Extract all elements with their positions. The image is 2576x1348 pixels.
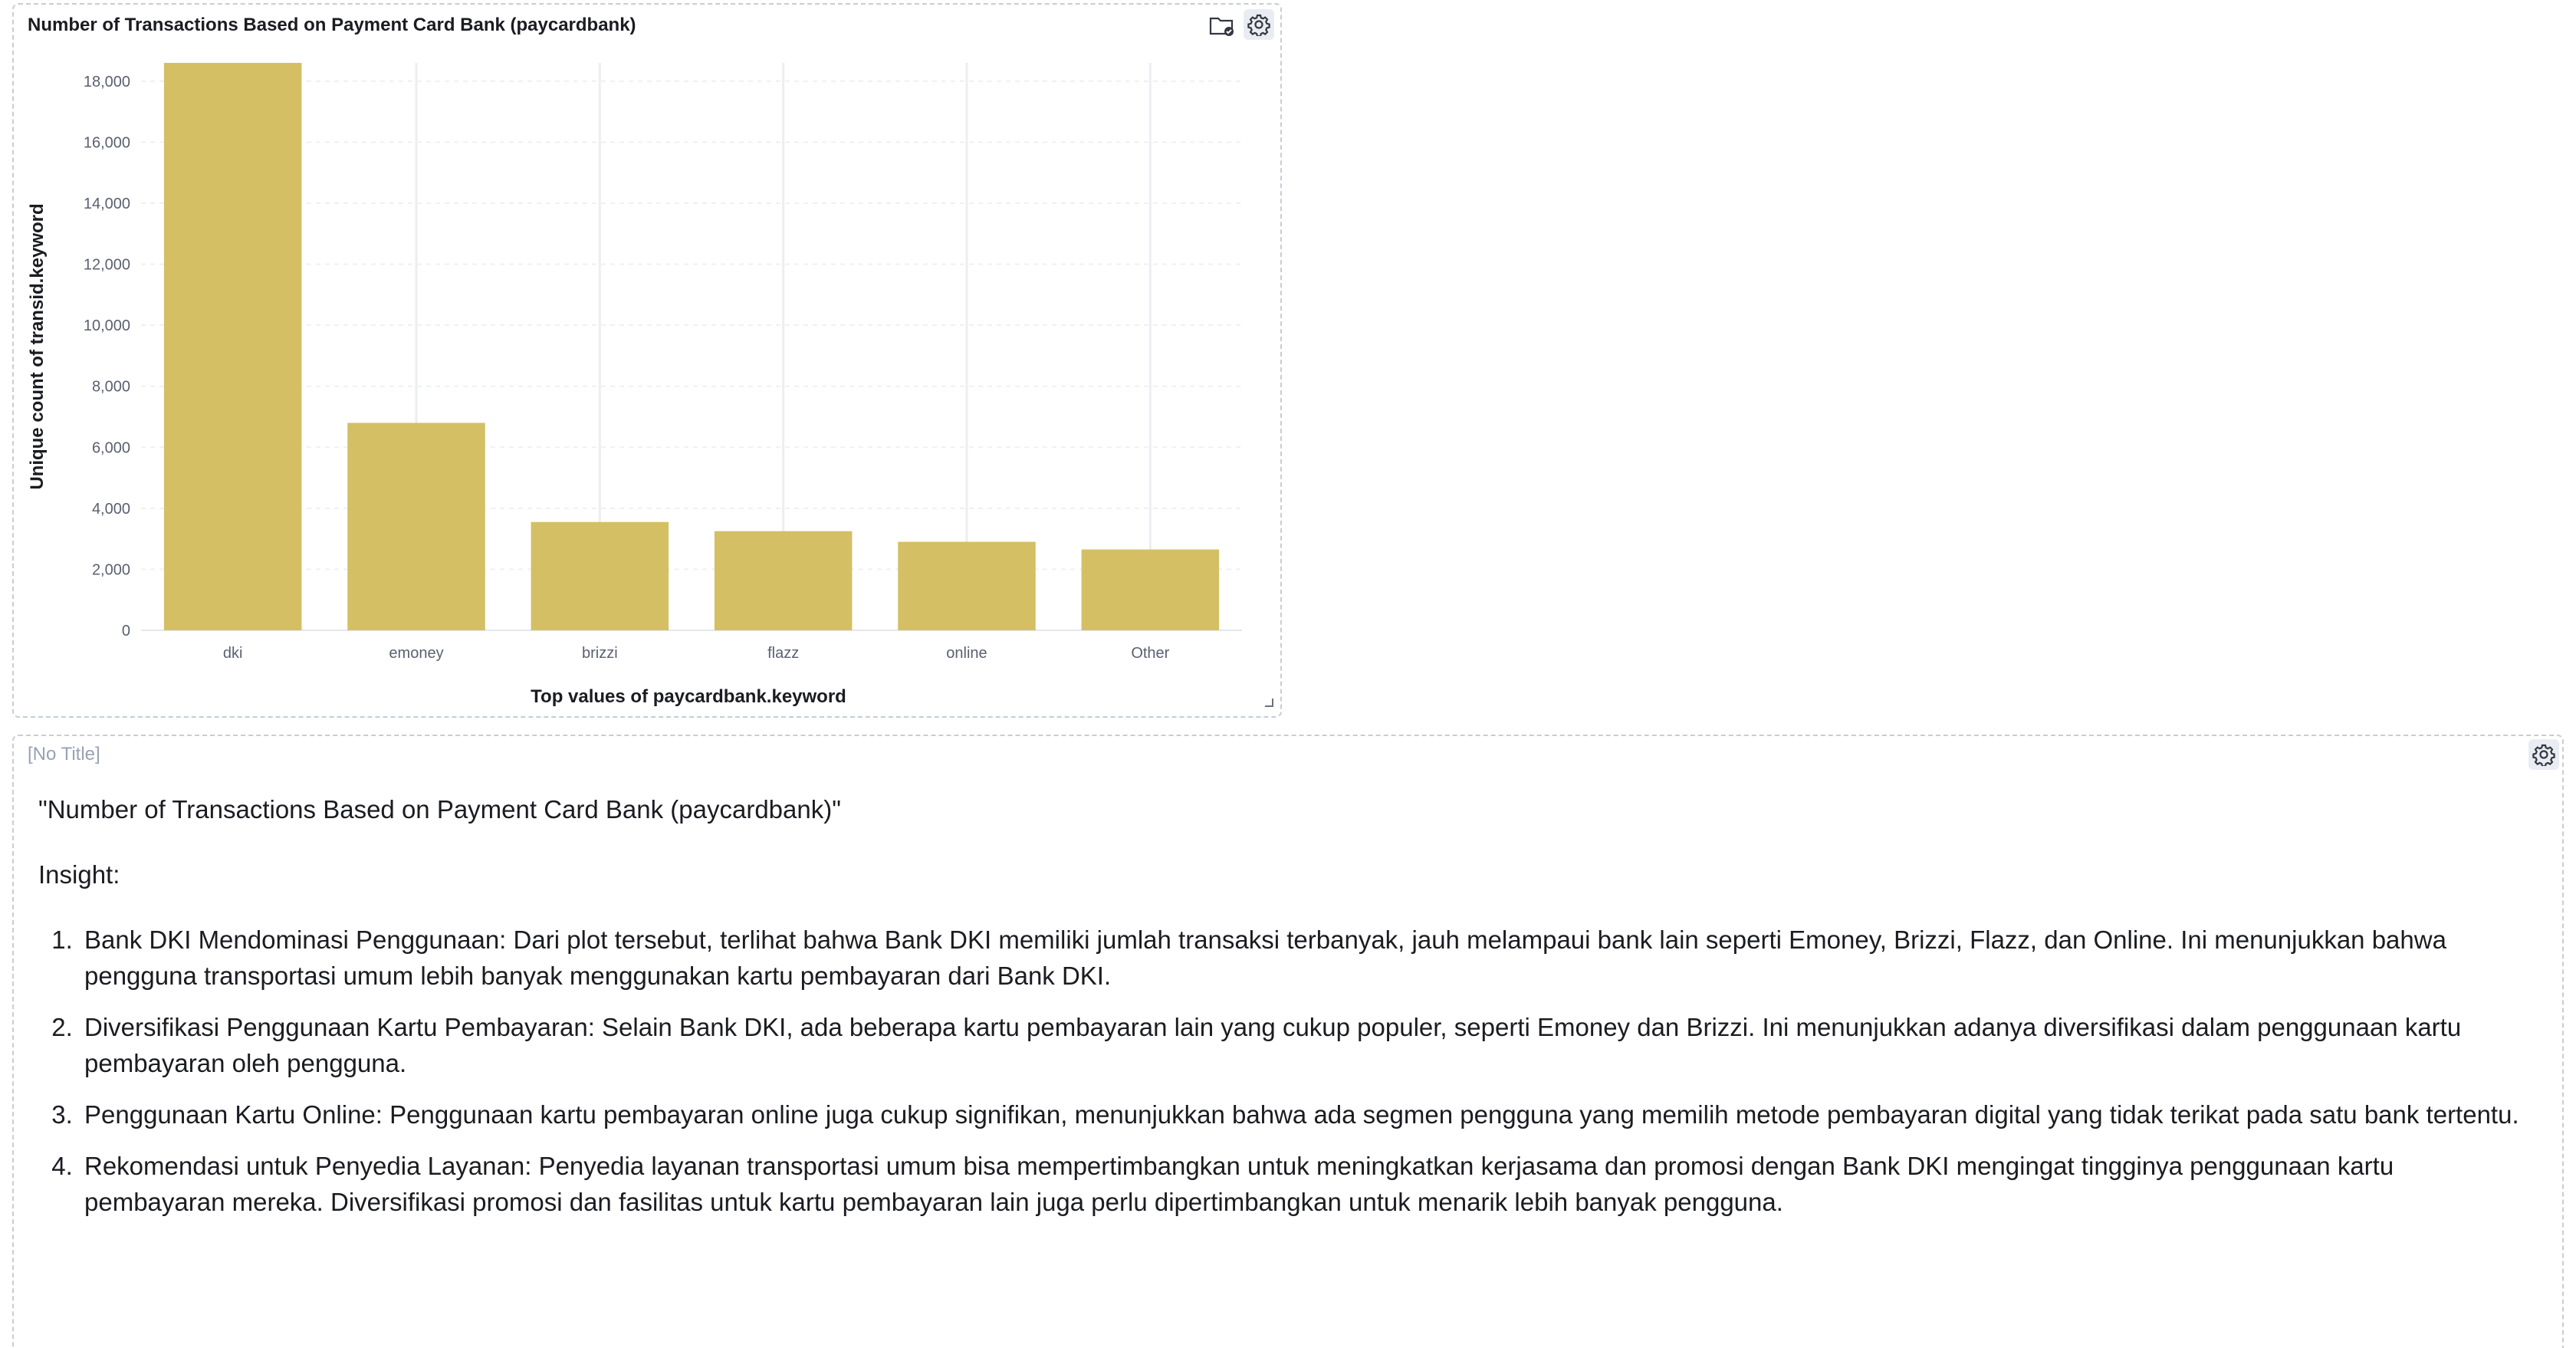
markdown-heading: "Number of Transactions Based on Payment…	[38, 795, 841, 824]
markdown-content: "Number of Transactions Based on Payment…	[38, 791, 2522, 1235]
chart-gridlines	[141, 63, 1242, 631]
y-tick-label: 4,000	[92, 501, 130, 518]
bar-flazz[interactable]	[714, 531, 853, 630]
chart-bars	[163, 63, 1220, 630]
bar-dki[interactable]	[163, 63, 302, 630]
bar-brizzi[interactable]	[531, 521, 669, 630]
y-tick-label: 0	[122, 623, 130, 639]
insight-item: Diversifikasi Penggunaan Kartu Pembayara…	[80, 1009, 2522, 1081]
x-tick-label: brizzi	[582, 645, 618, 662]
insight-item: Rekomendasi untuk Penyedia Layanan: Peny…	[80, 1148, 2522, 1220]
bar-emoney[interactable]	[347, 422, 485, 630]
insight-item: Bank DKI Mendominasi Penggunaan: Dari pl…	[80, 922, 2522, 994]
y-tick-label: 16,000	[84, 134, 130, 151]
y-tick-label: 18,000	[84, 74, 130, 90]
y-axis-ticks: 0 2,000 4,000 6,000 8,000 10,000 12,000 14,000 1…	[84, 74, 130, 639]
x-tick-label: flazz	[767, 645, 799, 662]
insight-label: Insight:	[38, 860, 120, 889]
markdown-panel-title: [No Title]	[28, 744, 100, 764]
bar-other[interactable]	[1081, 549, 1220, 630]
x-tick-label: dki	[223, 645, 243, 662]
markdown-panel: [No Title] "Number of Transactions Based…	[12, 735, 2564, 1348]
y-tick-label: 2,000	[92, 561, 130, 578]
insight-list: Bank DKI Mendominasi Penggunaan: Dari pl…	[38, 922, 2522, 1220]
x-tick-label: emoney	[389, 645, 443, 662]
bar-online[interactable]	[898, 541, 1036, 630]
gear-icon[interactable]	[2528, 739, 2559, 770]
insight-item: Penggunaan Kartu Online: Penggunaan kart…	[80, 1096, 2522, 1133]
y-tick-label: 8,000	[92, 379, 130, 396]
y-tick-label: 10,000	[84, 317, 130, 334]
y-tick-label: 6,000	[92, 439, 130, 456]
y-tick-label: 12,000	[84, 257, 130, 274]
resize-handle-icon[interactable]	[1263, 697, 1274, 712]
x-axis-title: Top values of paycardbank.keyword	[531, 686, 846, 707]
x-tick-label: online	[946, 645, 987, 662]
x-tick-label: Other	[1131, 645, 1169, 662]
chart-panel: Number of Transactions Based on Payment …	[12, 3, 1282, 718]
bar-chart: 0 2,000 4,000 6,000 8,000 10,000 12,000 14,000 1…	[27, 63, 1242, 707]
x-axis-ticks: dki emoney brizzi flazz online Other	[223, 645, 1170, 662]
y-tick-label: 14,000	[84, 196, 130, 212]
y-axis-title: Unique count of transid.keyword	[27, 203, 48, 489]
